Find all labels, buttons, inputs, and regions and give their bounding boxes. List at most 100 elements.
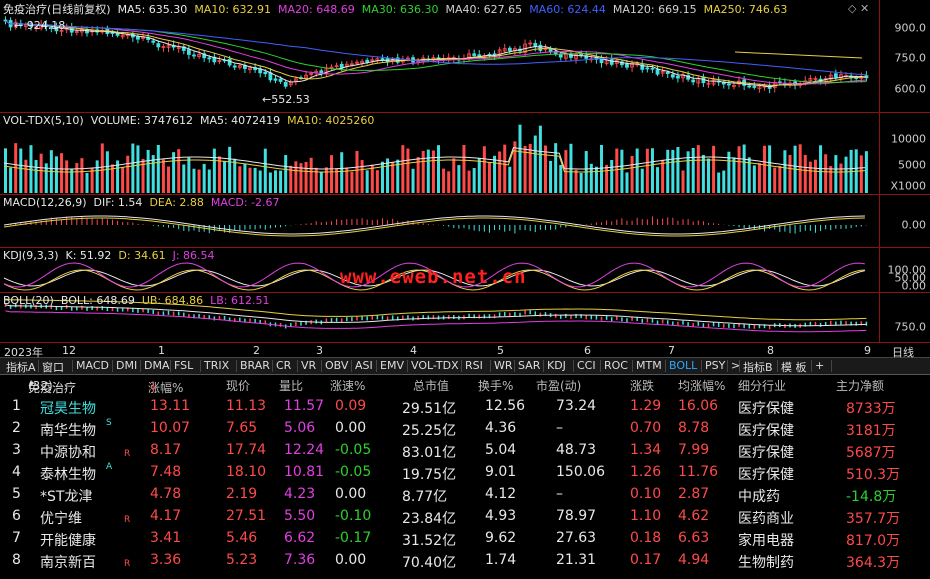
col-diff[interactable]: 涨跌 (630, 377, 654, 394)
tab-DMA[interactable]: DMA (144, 359, 170, 372)
tab-ASI[interactable]: ASI (355, 359, 373, 372)
col-turnover[interactable]: 换手% (478, 377, 513, 394)
tab-CCI[interactable]: CCI (577, 359, 596, 372)
tab-BOLL[interactable]: BOLL (669, 359, 697, 372)
close-icon[interactable]: ✕ (860, 2, 869, 15)
col-industry[interactable]: 细分行业 (738, 377, 786, 394)
table-row[interactable]: 5 *ST龙津 4.78 2.19 4.23 0.00 8.77亿 4.12 – 0.10 2.87… (0, 484, 930, 506)
time-label: 3 (316, 344, 323, 357)
volume-bar (671, 149, 675, 193)
cell-chg: 7.48 (150, 464, 182, 480)
table-row[interactable]: 6 优宁维 4.17 27.51 5.50 -0.10 23.84亿 4.93 78.97 1.1… (0, 506, 930, 528)
col-price[interactable]: 现价 (226, 377, 250, 394)
volume-bar (421, 150, 425, 193)
tab-EMV[interactable]: EMV (380, 359, 404, 372)
kline-panel[interactable]: ← 924.18 ←552.53 免疫治疗(日线前复权) MA5: 635.30 MA… (0, 0, 930, 113)
boll-panel[interactable]: BOLL(20) BOLL: 648.69 UB: 684.86 LB: 612.51… (0, 293, 930, 343)
cell-diff: 1.10 (630, 508, 662, 524)
volume-bar (39, 153, 43, 193)
block-name[interactable]: 免疫治疗 (32) • (28, 377, 76, 395)
tab-模板[interactable]: 模 板 (781, 359, 807, 375)
tab-CR[interactable]: CR (276, 359, 291, 372)
kline-axis: 900.0 750.0 600.0 (881, 0, 930, 112)
tab-指标A[interactable]: 指标A (6, 359, 36, 375)
col-cap[interactable]: 总市值 (413, 377, 449, 394)
volume-bar (844, 156, 848, 193)
candle (227, 59, 232, 66)
col-speed[interactable]: 涨速% (330, 377, 365, 394)
cell-turnover: 5.04 (485, 442, 517, 458)
indicator-tabs[interactable]: 指标A 窗口 MACD DMI DMA FSL TRIX BRAR CR VR OBV ASI EMV V… (0, 358, 930, 375)
kdj-axis: 100.00 50.00 0.00 (881, 248, 930, 293)
cell-cap: 23.84亿 (402, 511, 457, 527)
table-row[interactable]: 8 南京新百 3.36 5.23 7.36 0.00 70.40亿 1.74 21.31 0.17… (0, 550, 930, 572)
col-pe[interactable]: 市盈(动) (536, 377, 581, 394)
candle (278, 78, 283, 82)
tab-KDJ[interactable]: KDJ (547, 359, 566, 372)
tab-SAR[interactable]: SAR (518, 359, 540, 372)
col-avg[interactable]: 均涨幅% (678, 377, 725, 394)
cell-volratio: 4.23 (284, 486, 316, 502)
table-row[interactable]: 3 中源协和 8.17 17.74 12.24 -0.05 83.01亿 5.04 48.73 1… (0, 440, 930, 462)
col-volratio[interactable]: 量比 (279, 377, 303, 394)
cell-speed: -0.17 (335, 530, 372, 546)
tab-MACD[interactable]: MACD (76, 359, 109, 372)
cell-pe: – (556, 420, 563, 436)
cell-volratio: 12.24 (284, 442, 325, 458)
time-label: 7 (668, 344, 675, 357)
volume-bar (263, 148, 267, 193)
tab-ROC[interactable]: ROC (604, 359, 628, 372)
tab-BRAR[interactable]: BRAR (240, 359, 270, 372)
volume-bar (523, 146, 527, 193)
volume-bar (437, 145, 440, 193)
cell-speed: -0.05 (335, 464, 372, 480)
volume-bar (9, 167, 13, 193)
tab-VOL-TDX[interactable]: VOL-TDX (411, 359, 459, 372)
settings-icons[interactable]: ◇ ✕ (848, 2, 869, 15)
table-row[interactable]: 2 南华生物 10.07 7.65 5.06 0.00 25.25亿 4.36 – 0.70 8.7… (0, 418, 930, 440)
tab-MTM[interactable]: MTM (636, 359, 662, 372)
tab-separator (665, 360, 666, 372)
tab-VR[interactable]: VR (301, 359, 316, 372)
table-row[interactable]: 4 泰林生物 7.48 18.10 10.81 -0.05 19.75亿 9.01 150.06… (0, 462, 930, 484)
macd-header: MACD(12,26,9) DIF: 1.54 DEA: 2.88 MACD: -2.… (3, 196, 294, 209)
tab-separator (200, 360, 201, 372)
tab-OBV[interactable]: OBV (325, 359, 348, 372)
volume-axis: 10000 5000 X1000 (881, 113, 930, 194)
table-header[interactable]: 免疫治疗 (32) • 涨幅% ↓ 现价 量比 涨速% 总市值 换手% 市盈(动) … (0, 375, 930, 396)
volume-bar (95, 160, 99, 193)
volume-bar (457, 165, 461, 193)
table-row[interactable]: 7 开能健康 3.41 5.46 6.62 -0.17 31.52亿 9.62 27.63 0.1… (0, 528, 930, 550)
tab-separator (376, 360, 377, 372)
col-netflow[interactable]: 主力净额 (836, 377, 884, 394)
cell-chg: 4.17 (150, 508, 182, 524)
kdj-panel[interactable]: KDJ(9,3,3) K: 51.92 D: 34.61 J: 86.54 100.0… (0, 248, 930, 293)
volume-bar (90, 168, 94, 193)
tab-TRIX[interactable]: TRIX (204, 359, 229, 372)
cell-industry: 医疗保健 (738, 401, 794, 417)
macd-panel[interactable]: MACD(12,26,9) DIF: 1.54 DEA: 2.88 MACD: -2.… (0, 195, 930, 248)
vol-legend-item: MA5: 4072419 (199, 114, 281, 127)
tab-指标B[interactable]: 指标B (743, 359, 773, 375)
volume-bar (136, 145, 140, 193)
time-label: 4 (410, 344, 417, 357)
candle (156, 43, 161, 48)
volume-bar (411, 168, 415, 193)
tab-WR[interactable]: WR (494, 359, 513, 372)
tab-FSL[interactable]: FSL (174, 359, 193, 372)
tab-PSY[interactable]: PSY (705, 359, 725, 372)
cell-avg: 4.62 (678, 508, 710, 524)
tab-DMI[interactable]: DMI (116, 359, 137, 372)
tab-窗口[interactable]: 窗口 (42, 359, 64, 375)
cell-pe: 150.06 (556, 464, 605, 480)
ma60-line (5, 20, 867, 76)
table-row[interactable]: 1 冠昊生物 13.11 11.13 11.57 0.09 29.51亿 12.56 73.24… (0, 396, 930, 418)
cell-diff: 1.29 (630, 398, 662, 414)
volume-bar (268, 172, 272, 193)
volume-bar (365, 170, 369, 193)
tab-RSI[interactable]: RSI (465, 359, 483, 372)
volume-bar (839, 163, 843, 193)
volume-panel[interactable]: VOL-TDX(5,10) VOLUME: 3747612 MA5: 4072419… (0, 113, 930, 195)
tab-+[interactable]: + (815, 359, 824, 372)
macd-legend-item: MACD: -2.67 (210, 196, 280, 209)
